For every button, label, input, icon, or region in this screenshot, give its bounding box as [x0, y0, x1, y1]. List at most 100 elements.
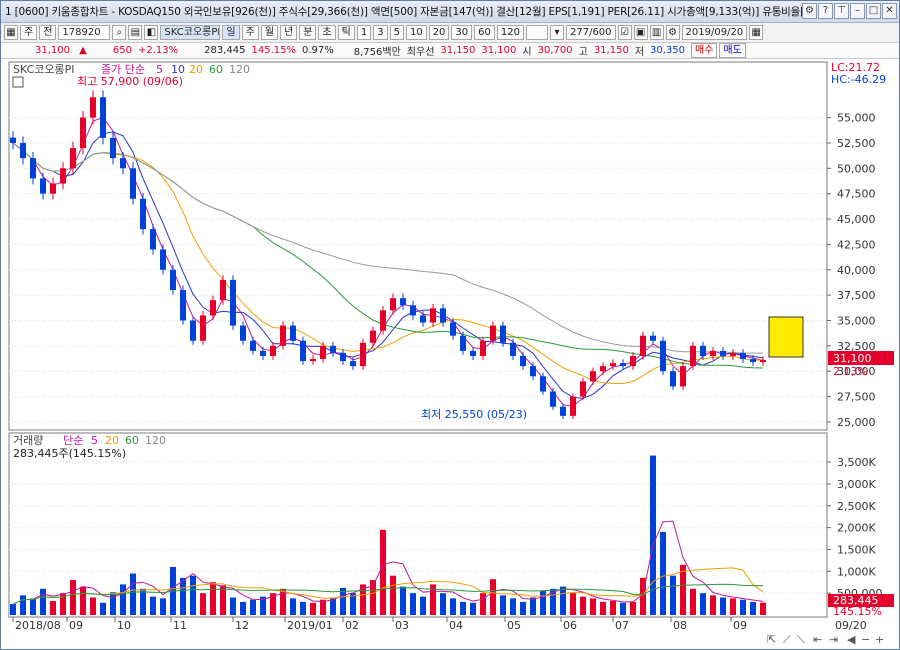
maximize-icon[interactable]: □ [866, 3, 881, 19]
hold-icon[interactable]: ◧ [144, 25, 159, 40]
candle-body [520, 355, 526, 367]
lock-icon[interactable]: ▤ [128, 25, 143, 40]
period-minute-button[interactable]: 분 [299, 25, 317, 40]
candle-body [240, 325, 246, 341]
price-tick-label: 25,000 [837, 416, 876, 429]
hc-label: HC:-46.29 [831, 73, 886, 86]
help-icon[interactable]: ? [818, 3, 833, 19]
volume-tick-label: 3,500K [837, 456, 876, 469]
minimize-icon[interactable]: – [850, 3, 865, 19]
interval-input[interactable] [525, 25, 548, 40]
volume-tick-label: 2,000K [837, 522, 876, 535]
volume-bar [520, 601, 526, 615]
interval-button[interactable]: 120 [496, 25, 524, 40]
x-tick-label: 09 [69, 619, 83, 632]
volume-bar [380, 529, 386, 615]
zoom-out-icon[interactable]: − [861, 633, 870, 646]
volume-bar [490, 579, 496, 615]
period-year-button[interactable]: 년 [280, 25, 298, 40]
volume-bar [630, 601, 636, 615]
candle-body [570, 396, 576, 416]
low-value: 30,350 [650, 45, 686, 56]
layout-icon[interactable]: ▦ [4, 25, 18, 40]
count-field[interactable]: 277/600 [565, 25, 616, 40]
x-tick-label: 09 [733, 619, 747, 632]
volume-bar [480, 593, 486, 615]
x-tick-label: 08 [673, 619, 687, 632]
x-tick-label: 2018/08 [15, 619, 61, 632]
price-y-axis: 55,000 52,500 50,000 47,500 45,000 42,500 40,0… [827, 112, 876, 429]
stock-code-input[interactable]: 178920 [58, 25, 111, 40]
zoom-in-icon[interactable]: + [875, 633, 884, 646]
candle-body [580, 381, 586, 397]
candle-body [30, 158, 36, 179]
scroll-left-icon[interactable]: ◀ [847, 633, 856, 646]
interval-button[interactable]: 1 [356, 25, 372, 40]
volume-bar [100, 602, 106, 615]
pin-icon[interactable]: ⊤ [834, 3, 849, 19]
candle-body [530, 366, 536, 377]
zoom-tool-icon[interactable]: ⇱ [767, 633, 776, 646]
candle-body [330, 345, 336, 353]
best-ask: 31,150 [440, 45, 476, 56]
order-box[interactable] [768, 316, 804, 358]
candle-body [320, 345, 326, 360]
volume-bar [690, 588, 696, 615]
candle-body [610, 363, 616, 367]
volume-bar [720, 597, 726, 615]
interval-button[interactable]: 10 [405, 25, 427, 40]
fit-tool-icon[interactable]: ⟋ [783, 633, 791, 646]
chart-area[interactable]: 55,000 52,500 50,000 47,500 45,000 42,500 40,0… [1, 59, 899, 649]
calendar-icon[interactable]: ▦ [749, 25, 764, 40]
interval-button[interactable]: 5 [389, 25, 404, 40]
settings-icon[interactable]: ⚙ [802, 3, 817, 19]
candle-body [100, 97, 106, 138]
date-field[interactable]: 2019/09/20 [681, 25, 748, 40]
prev-tool-icon[interactable]: ⇤ [813, 633, 822, 646]
stock-name-field[interactable]: SKC코오롱PI [160, 25, 221, 40]
checkbox-icon[interactable]: ☑ [617, 25, 632, 40]
candle-body [490, 325, 496, 341]
candle-body [470, 350, 476, 356]
candle-body [650, 335, 656, 341]
candle-body [210, 300, 216, 316]
interval-button[interactable]: 3 [373, 25, 388, 40]
volume-bar [40, 588, 46, 615]
volume-tick-label: 1,500K [837, 543, 876, 556]
volume-bar [620, 602, 626, 615]
sell-button[interactable]: 매도 [719, 43, 746, 58]
period-tick-button[interactable]: 틱 [337, 25, 355, 40]
dropdown-icon[interactable]: ▾ [549, 25, 564, 40]
config-icon[interactable]: ⚙ [665, 25, 680, 40]
interval-button[interactable]: 30 [451, 25, 473, 40]
candle-body [440, 308, 446, 323]
candle-body [700, 345, 706, 356]
date-x-axis: 2018/08 09 10 11 12 2019/01 02 03 04 05 06 07 08 09 [12, 617, 747, 632]
line-tool-icon[interactable]: ⟍ [797, 633, 805, 646]
period-day-button[interactable]: 일 [222, 25, 240, 40]
interval-button[interactable]: 20 [428, 25, 450, 40]
price-current-tag-text: 31,100 [833, 352, 872, 365]
price-change: 650 [112, 45, 132, 56]
volume-value: 283,445 [204, 45, 246, 56]
range-select[interactable]: 전 [39, 25, 57, 40]
interval-button[interactable]: 60 [474, 25, 495, 40]
next-tool-icon[interactable]: ⇥ [829, 633, 838, 646]
open-label: 시 [522, 47, 532, 58]
period-second-button[interactable]: 초 [318, 25, 336, 40]
search-icon[interactable]: ⌕ [112, 25, 127, 40]
candle-body [760, 360, 766, 363]
candle-body [420, 315, 426, 323]
period-month-button[interactable]: 월 [260, 25, 279, 40]
price-tick-label: 52,500 [837, 137, 876, 150]
candle-body [480, 340, 486, 356]
save-icon[interactable]: ▣ [633, 25, 648, 40]
x-tick-label: 12 [235, 619, 249, 632]
high-label: 고 [578, 47, 588, 58]
copy-icon[interactable]: ▥ [649, 25, 664, 40]
buy-button[interactable]: 매수 [691, 43, 718, 58]
volume-bar [390, 575, 396, 615]
mode-select[interactable]: 주 [20, 25, 38, 40]
close-icon[interactable]: ✕ [882, 3, 897, 19]
period-week-button[interactable]: 주 [241, 25, 259, 40]
